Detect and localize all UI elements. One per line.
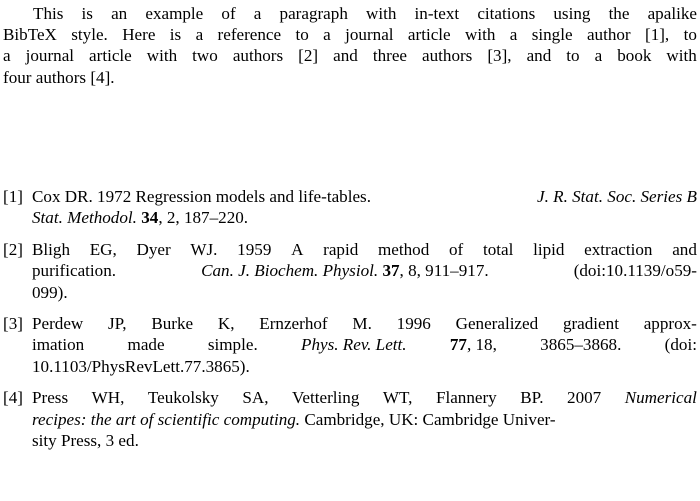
w: Dyer <box>136 239 171 259</box>
w: M. <box>352 314 372 334</box>
reference-1-line-1: Cox DR. 1972 Regression models and life-… <box>32 186 697 207</box>
w: simple. <box>207 335 258 355</box>
reference-3-doi-start: (doi: <box>664 335 697 355</box>
w: A <box>291 239 304 259</box>
bibliography-entry-2: [2] Bligh EG, Dyer WJ. 1959 A rapid meth… <box>3 239 697 303</box>
w: Flannery <box>435 388 497 408</box>
bibliography-entry-1: [1] Cox DR. 1972 Regression models and l… <box>3 186 697 229</box>
reference-2-journal-group: Can. J. Biochem. Physiol. 37, 8, 911–917… <box>201 260 489 281</box>
w: Press <box>32 388 69 408</box>
w: WT, <box>382 388 413 408</box>
reference-3-volume-group: 77, 18, <box>450 334 497 355</box>
reference-4-title-start: Numerical <box>624 388 697 408</box>
reference-label-1: [1] <box>3 187 23 206</box>
w: JP, <box>108 314 127 334</box>
reference-2-line-3: 099). <box>32 282 68 302</box>
w: Burke <box>151 314 194 334</box>
w: and <box>672 239 697 259</box>
w: SA, <box>242 388 269 408</box>
bibliography-list: [1] Cox DR. 1972 Regression models and l… <box>3 186 697 451</box>
reference-3-pages: 3865–3868. <box>540 335 622 355</box>
w: BP. <box>520 388 544 408</box>
w: 1959 <box>237 239 272 259</box>
w: 2007 <box>567 388 602 408</box>
w: total <box>482 239 514 259</box>
reference-2-line-1: Bligh EG, Dyer WJ. 1959 A rapid method o… <box>32 239 697 260</box>
w: imation <box>32 335 85 355</box>
w: Bligh <box>32 239 70 259</box>
reference-1-volume: 34 <box>141 208 159 228</box>
reference-label-2: [2] <box>3 239 23 259</box>
w: approx- <box>643 314 697 334</box>
document-page: This is an example of a paragraph with in-text ci… <box>0 0 700 501</box>
reference-4-title-end: recipes: the art of scientific computing… <box>32 409 301 429</box>
bibliography-entry-3: [3] Perdew JP, Burke K, Ernzerhof M. 199… <box>3 313 697 377</box>
reference-4-line-2: recipes: the art of scientific computing… <box>32 409 697 430</box>
bibliography-entry-4: [4] Press WH, Teukolsky SA, Vetterling W… <box>3 387 697 451</box>
reference-3-line-3: 10.1103/PhysRevLett.77.3865). <box>32 356 250 376</box>
w: Generalized <box>455 314 539 334</box>
reference-3-journal: Phys. Rev. Lett. <box>301 335 407 355</box>
reference-3-line-1: Perdew JP, Burke K, Ernzerhof M. 1996 Ge… <box>32 313 697 334</box>
w: Ernzerhof <box>259 314 328 334</box>
w: Teukolsky <box>147 388 219 408</box>
w: WH, <box>91 388 125 408</box>
w: WJ. <box>190 239 218 259</box>
w: K, <box>217 314 235 334</box>
reference-3-line-2: imation made simple. Phys. Rev. Lett. 77… <box>32 334 697 355</box>
w: method <box>378 239 430 259</box>
intro-paragraph: This is an example of a paragraph with in-text ci… <box>3 3 697 88</box>
reference-label-4: [4] <box>3 388 23 408</box>
w: lipid <box>533 239 565 259</box>
reference-1-line-2: Stat. Methodol. 34, 2, 187–220. <box>32 207 697 228</box>
w: gradient <box>562 314 619 334</box>
w: of <box>449 239 464 259</box>
intro-paragraph-block: This is an example of a paragraph with in-text ci… <box>3 3 697 88</box>
reference-1-line-1-text: Cox DR. 1972 Regression models and life-… <box>32 187 371 206</box>
intro-line-1: This is an example of a paragraph with in-text ci… <box>33 4 697 23</box>
reference-1-journal-part-1: J. R. Stat. Soc. Series B <box>537 187 697 206</box>
reference-3-volume: 77 <box>449 335 467 355</box>
reference-4-line-3: sity Press, 3 ed. <box>32 431 139 451</box>
reference-2-volume: 37 <box>382 261 400 281</box>
reference-2-line-2: purification. Can. J. Biochem. Physiol. … <box>32 260 697 281</box>
w: Vetterling <box>291 388 360 408</box>
w: EG, <box>89 239 117 259</box>
reference-4-line-1: Press WH, Teukolsky SA, Vetterling WT, F… <box>32 387 697 408</box>
w: made <box>127 335 165 355</box>
reference-1-pages: , 2, 187–220. <box>158 208 249 228</box>
intro-line-2: BibTeX style. Here is a reference to a journal ar… <box>3 25 697 45</box>
reference-2-doi: (doi:10.1139/o59- <box>573 261 697 281</box>
intro-line-3: a journal article with two authors [2] and three… <box>3 46 697 66</box>
w: Perdew <box>32 314 84 334</box>
w: 1996 <box>396 314 431 334</box>
w: extraction <box>584 239 653 259</box>
reference-2-pages: , 8, 911–917. <box>399 261 489 281</box>
reference-2-journal: Can. J. Biochem. Physiol. <box>201 261 379 281</box>
reference-1-journal-part-2: Stat. Methodol. <box>32 208 137 228</box>
reference-label-3: [3] <box>3 314 23 334</box>
reference-3-issue: , 18, <box>466 335 497 355</box>
reference-4-publisher: Cambridge, UK: Cambridge Univer- <box>304 409 556 429</box>
w: rapid <box>323 239 359 259</box>
reference-2-title-end: purification. <box>32 261 117 281</box>
intro-line-4: four authors [4]. <box>3 67 115 87</box>
